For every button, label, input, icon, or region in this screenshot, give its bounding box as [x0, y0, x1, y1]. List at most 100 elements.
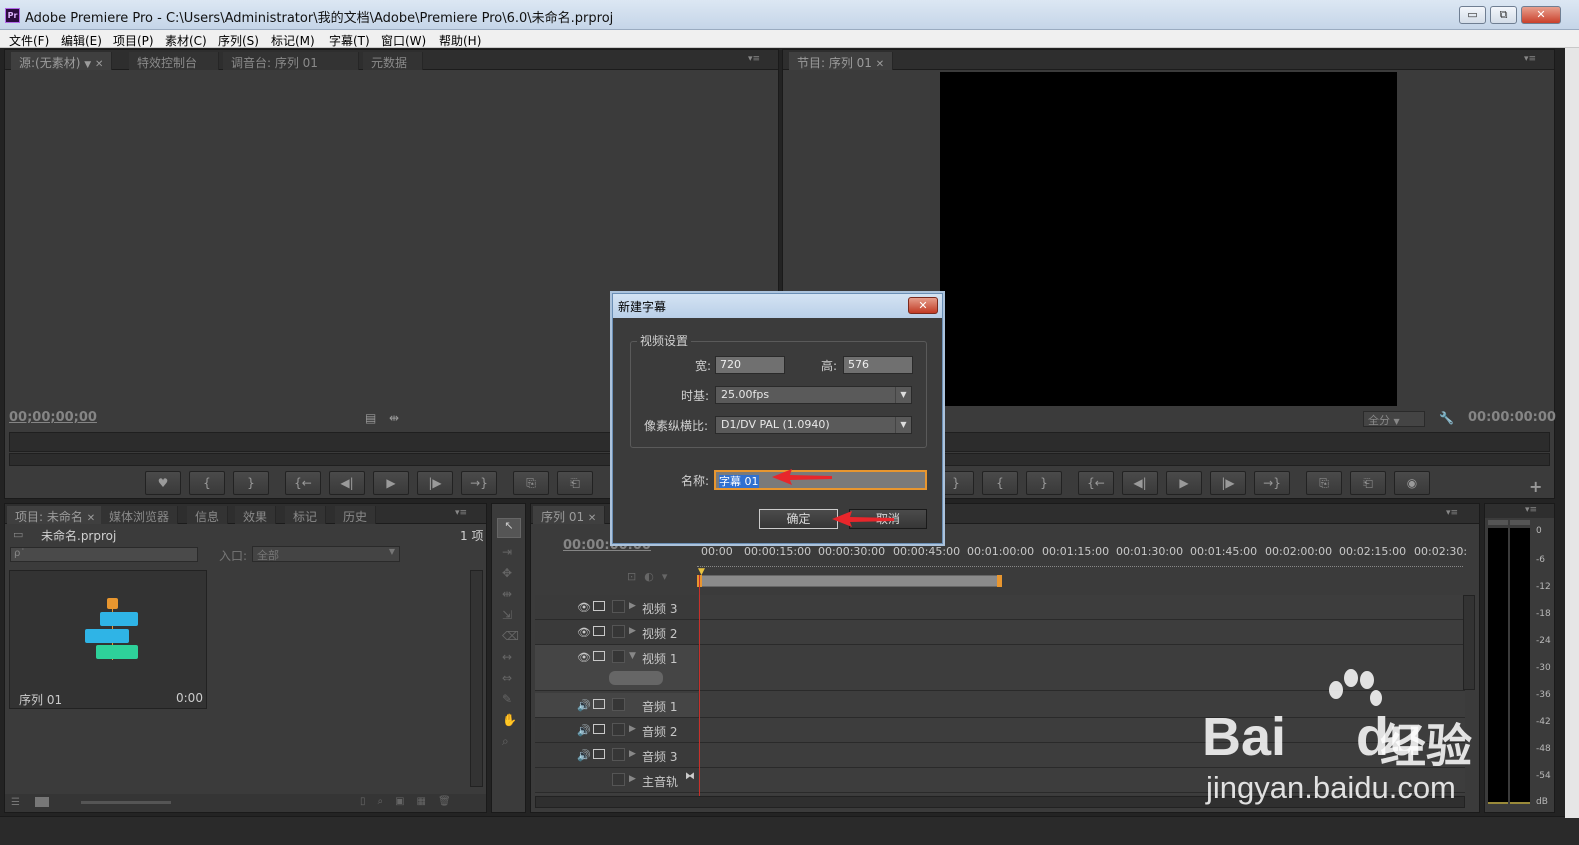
keyframe-navigator[interactable] — [609, 671, 663, 685]
panel-menu-icon[interactable]: ▾≡ — [1525, 505, 1539, 515]
sync-lock-box[interactable] — [612, 625, 625, 638]
panel-menu-icon[interactable]: ▾≡ — [748, 54, 762, 64]
tab-history[interactable]: 历史 — [335, 506, 377, 524]
track-body[interactable] — [698, 620, 1465, 644]
wrench-icon[interactable]: 🔧 — [1439, 411, 1454, 425]
in-select[interactable]: 全部 ▼ — [252, 546, 400, 562]
program-video-frame[interactable] — [940, 72, 1397, 406]
menu-clip[interactable]: 素材(C) — [165, 32, 207, 49]
snap-marker-icons[interactable]: ⊡◐▾ — [627, 570, 675, 583]
project-toolbar-icons[interactable]: ▯⌕▣▦🗑 — [360, 796, 463, 807]
lock-icon[interactable] — [593, 699, 605, 709]
step-forward-icon[interactable]: |▶ — [1210, 471, 1246, 495]
tab-source[interactable]: 源:(无素材) ▼ ✕ — [11, 52, 113, 70]
program-timecode[interactable]: 00:00:00:00 — [1468, 410, 1556, 425]
export-frame-icon[interactable]: ◉ — [1394, 471, 1430, 495]
play-icon[interactable]: ▶ — [1166, 471, 1202, 495]
zoom-slider[interactable] — [81, 801, 171, 804]
track-body[interactable] — [698, 595, 1465, 619]
mark-out-icon[interactable]: } — [233, 471, 269, 495]
sync-lock-box[interactable] — [612, 748, 625, 761]
pixel-aspect-select[interactable]: D1/DV PAL (1.0940) ▼ — [715, 416, 912, 434]
tab-markers[interactable]: 标记 — [285, 506, 327, 524]
sync-lock-box[interactable] — [612, 723, 625, 736]
width-field[interactable]: 720 — [715, 356, 785, 374]
menu-help[interactable]: 帮助(H) — [439, 32, 481, 49]
collapse-triangle-icon[interactable]: ▼ — [629, 651, 636, 661]
expand-triangle-icon[interactable]: ▶ — [629, 601, 636, 611]
play-icon[interactable]: ▶ — [373, 471, 409, 495]
close-icon[interactable]: ✕ — [588, 513, 596, 524]
step-back-icon[interactable]: ◀| — [329, 471, 365, 495]
go-to-out-icon[interactable]: →} — [1254, 471, 1290, 495]
overwrite-icon[interactable]: ⎗ — [557, 471, 593, 495]
list-view-icon[interactable]: ☰ — [11, 797, 20, 808]
panel-menu-icon[interactable]: ▾≡ — [1524, 54, 1538, 64]
panel-menu-icon[interactable]: ▾≡ — [455, 508, 469, 518]
ok-button[interactable]: 确定 — [759, 509, 838, 529]
lock-icon[interactable] — [593, 749, 605, 759]
lift-icon[interactable]: ⎘ — [1306, 471, 1342, 495]
restore-button[interactable]: ⧉ — [1490, 6, 1517, 24]
step-forward-icon[interactable]: |▶ — [417, 471, 453, 495]
zoom-select[interactable]: 全分 ▼ — [1363, 411, 1425, 427]
add-marker-icon[interactable]: ♥ — [145, 471, 181, 495]
tool-icons[interactable]: ⇥ ✥ ⇹ ⇲ ⌫ ↔ ⇔ ✎ ✋ ⌕ — [502, 542, 519, 752]
mark-in-icon[interactable]: { — [189, 471, 225, 495]
work-area-end-handle[interactable] — [997, 575, 1002, 587]
mark-in-icon[interactable]: { — [982, 471, 1018, 495]
go-to-in-icon[interactable]: {← — [285, 471, 321, 495]
lock-icon[interactable] — [593, 626, 605, 636]
tab-effect-controls[interactable]: 特效控制台 — [129, 52, 219, 70]
tab-project[interactable]: 项目: 未命名 ✕ — [7, 506, 105, 524]
close-icon[interactable]: ✕ — [87, 513, 95, 524]
search-input[interactable]: ρ˙ — [10, 547, 198, 562]
speaker-icon[interactable]: 🔊 — [577, 749, 591, 762]
sync-lock-box[interactable] — [612, 773, 625, 786]
sequence-thumbnail[interactable]: 序列 01 0:00 — [9, 570, 207, 709]
step-back-icon[interactable]: ◀| — [1122, 471, 1158, 495]
sync-lock-box[interactable] — [612, 600, 625, 613]
sync-lock-box[interactable] — [612, 650, 625, 663]
film-icon[interactable]: ▤ — [365, 411, 376, 425]
source-timecode[interactable]: 00;00;00;00 — [9, 410, 97, 425]
close-icon[interactable]: ✕ — [95, 59, 103, 70]
icon-view-icon[interactable] — [35, 797, 49, 807]
menu-file[interactable]: 文件(F) — [9, 32, 49, 49]
add-button-icon[interactable]: + — [1529, 477, 1542, 496]
eye-icon[interactable]: 👁 — [577, 626, 591, 639]
tab-metadata[interactable]: 元数据 — [363, 52, 423, 70]
lock-icon[interactable] — [593, 601, 605, 611]
video-tracks-scrollbar[interactable] — [1463, 595, 1475, 690]
expand-triangle-icon[interactable]: ▶ — [629, 749, 636, 759]
tab-effects[interactable]: 效果 — [235, 506, 277, 524]
mark-out-icon[interactable]: } — [1026, 471, 1062, 495]
mark-out-icon[interactable]: } — [938, 471, 974, 495]
tab-program[interactable]: 节目: 序列 01 ✕ — [789, 52, 894, 70]
tab-sequence[interactable]: 序列 01 ✕ — [533, 506, 606, 524]
speaker-icon[interactable]: 🔊 — [577, 699, 591, 712]
eye-icon[interactable]: 👁 — [577, 601, 591, 614]
tab-media-browser[interactable]: 媒体浏览器 — [101, 506, 179, 524]
menu-sequence[interactable]: 序列(S) — [218, 32, 259, 49]
drop-marker-icon[interactable]: ⇹ — [389, 411, 399, 425]
go-to-out-icon[interactable]: →} — [461, 471, 497, 495]
close-button[interactable]: ✕ — [1521, 6, 1561, 24]
height-field[interactable]: 576 — [843, 356, 913, 374]
dialog-close-button[interactable]: ✕ — [908, 297, 938, 314]
menu-window[interactable]: 窗口(W) — [381, 32, 426, 49]
sync-lock-box[interactable] — [612, 698, 625, 711]
lock-icon[interactable] — [593, 651, 605, 661]
project-scrollbar[interactable] — [470, 570, 483, 787]
expand-triangle-icon[interactable]: ▶ — [629, 724, 636, 734]
expand-triangle-icon[interactable]: ▶ — [629, 626, 636, 636]
menu-marker[interactable]: 标记(M) — [271, 32, 315, 49]
extract-icon[interactable]: ⎗ — [1350, 471, 1386, 495]
speaker-icon[interactable]: 🔊 — [577, 724, 591, 737]
tab-audio-mixer[interactable]: 调音台: 序列 01 — [223, 52, 359, 70]
tab-info[interactable]: 信息 — [187, 506, 229, 524]
go-to-in-icon[interactable]: {← — [1078, 471, 1114, 495]
menu-edit[interactable]: 编辑(E) — [61, 32, 102, 49]
timeline-ruler[interactable]: 00:00 00:00:15:00 00:00:30:00 00:00:45:0… — [697, 545, 1467, 593]
expand-triangle-icon[interactable]: ▶ — [629, 774, 636, 784]
